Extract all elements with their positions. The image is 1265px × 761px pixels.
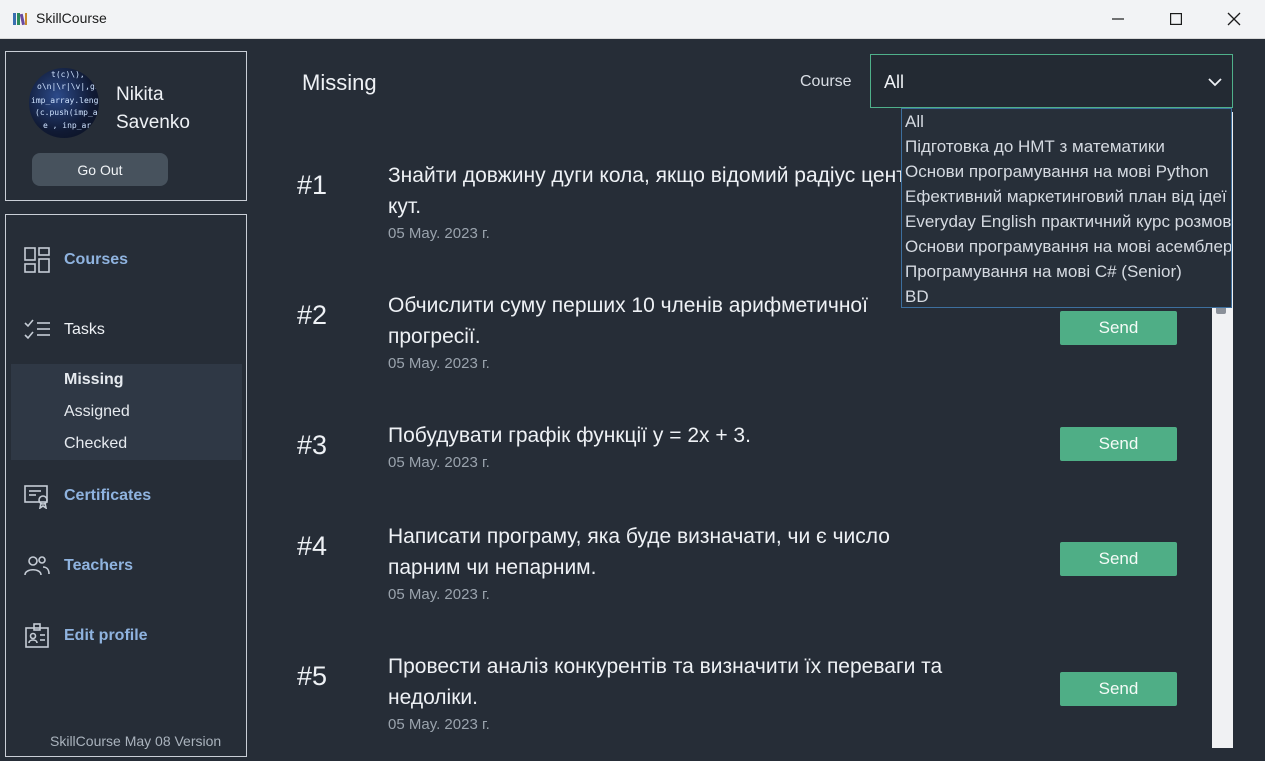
- dropdown-option[interactable]: Програмування на мові C# (Senior): [905, 262, 1182, 287]
- task-title: Провести аналіз конкурентів та визначити…: [388, 655, 943, 709]
- minimize-button[interactable]: [1095, 0, 1141, 38]
- submenu-item-checked[interactable]: Checked: [64, 435, 127, 453]
- sidebar-item-edit-profile[interactable]: Edit profile: [22, 621, 148, 651]
- course-select[interactable]: All: [870, 54, 1233, 108]
- sidebar-item-teachers[interactable]: Teachers: [22, 551, 133, 581]
- task-date: 05 May. 2023 г.: [388, 225, 490, 242]
- avatar[interactable]: t(c)\), o\n|\r|\v|,gs, imp_array.leng (c…: [29, 68, 99, 138]
- dropdown-option[interactable]: Everyday English практичний курс розмовн…: [905, 212, 1231, 237]
- user-first-name: Nikita: [116, 84, 164, 105]
- task-title: Обчислити суму перших 10 членів арифмети…: [388, 294, 868, 348]
- sidebar-item-label: Teachers: [64, 557, 134, 574]
- dropdown-option[interactable]: BD: [905, 287, 929, 307]
- task-number: #5: [297, 661, 328, 691]
- course-filter-label: Course: [800, 73, 852, 90]
- profile-panel: t(c)\), o\n|\r|\v|,gs, imp_array.leng (c…: [5, 51, 247, 201]
- course-select-value: All: [884, 72, 905, 92]
- sidebar-item-certificates[interactable]: Certificates: [22, 481, 151, 511]
- sidebar-item-label: Edit profile: [64, 627, 148, 644]
- version-label: SkillCourse May 08 Version: [50, 733, 222, 749]
- task-title: Побудувати графік функції y = 2x + 3.: [388, 424, 751, 447]
- close-button[interactable]: [1211, 0, 1257, 38]
- maximize-icon: [1170, 13, 1182, 25]
- go-out-button[interactable]: Go Out: [32, 153, 168, 186]
- maximize-button[interactable]: [1153, 0, 1199, 38]
- task-number: #1: [297, 170, 328, 200]
- submenu-item-missing[interactable]: Missing: [64, 371, 124, 389]
- people-icon: [22, 551, 52, 581]
- task-title: Знайти довжину дуги кола, якщо відомий р…: [388, 164, 988, 218]
- sidebar-item-label: Courses: [64, 251, 129, 268]
- dropdown-option[interactable]: Основи програмування на мові Python: [905, 162, 1209, 187]
- task-number: #4: [297, 531, 328, 561]
- send-button[interactable]: Send: [1060, 311, 1177, 345]
- send-button[interactable]: Send: [1060, 427, 1177, 461]
- window-titlebar: SkillCourse: [0, 0, 1265, 39]
- dropdown-option[interactable]: All: [905, 112, 924, 137]
- page-title: Missing: [302, 70, 377, 95]
- task-date: 05 May. 2023 г.: [388, 586, 490, 603]
- minimize-icon: [1112, 18, 1124, 20]
- task-number: #3: [297, 430, 328, 460]
- dropdown-option[interactable]: Ефективний маркетинговий план від ідеї: [905, 187, 1227, 212]
- sidebar-item-courses[interactable]: Courses: [22, 245, 128, 275]
- close-icon: [1227, 12, 1241, 26]
- sidebar-item-label: Tasks: [64, 321, 105, 338]
- chevron-down-icon: [1208, 78, 1222, 87]
- grid-icon: [22, 245, 52, 275]
- course-dropdown-list: All Підготовка до НМТ з математики Основ…: [901, 108, 1232, 308]
- send-button[interactable]: Send: [1060, 672, 1177, 706]
- task-date: 05 May. 2023 г.: [388, 454, 490, 471]
- id-badge-icon: [22, 621, 52, 651]
- user-name: Nikita Savenko: [116, 81, 190, 137]
- dropdown-option[interactable]: Основи програмування на мові асемблер: [905, 237, 1231, 262]
- submenu-item-assigned[interactable]: Assigned: [64, 403, 130, 421]
- send-button[interactable]: Send: [1060, 542, 1177, 576]
- dropdown-option[interactable]: Підготовка до НМТ з математики: [905, 137, 1165, 162]
- task-date: 05 May. 2023 г.: [388, 716, 490, 733]
- task-number: #2: [297, 300, 328, 330]
- checklist-icon: [22, 315, 52, 345]
- sidebar-nav: Courses Tasks Missing Assigned Checked C…: [5, 214, 247, 757]
- task-date: 05 May. 2023 г.: [388, 355, 490, 372]
- window-title: SkillCourse: [36, 10, 107, 26]
- tasks-submenu: Missing Assigned Checked: [11, 364, 242, 460]
- task-title: Написати програму, яка буде визначати, ч…: [388, 525, 890, 579]
- certificate-icon: [22, 481, 52, 511]
- sidebar-item-label: Certificates: [64, 487, 152, 504]
- user-last-name: Savenko: [116, 112, 190, 133]
- sidebar-item-tasks[interactable]: Tasks: [22, 315, 105, 345]
- app-books-icon: [13, 13, 27, 26]
